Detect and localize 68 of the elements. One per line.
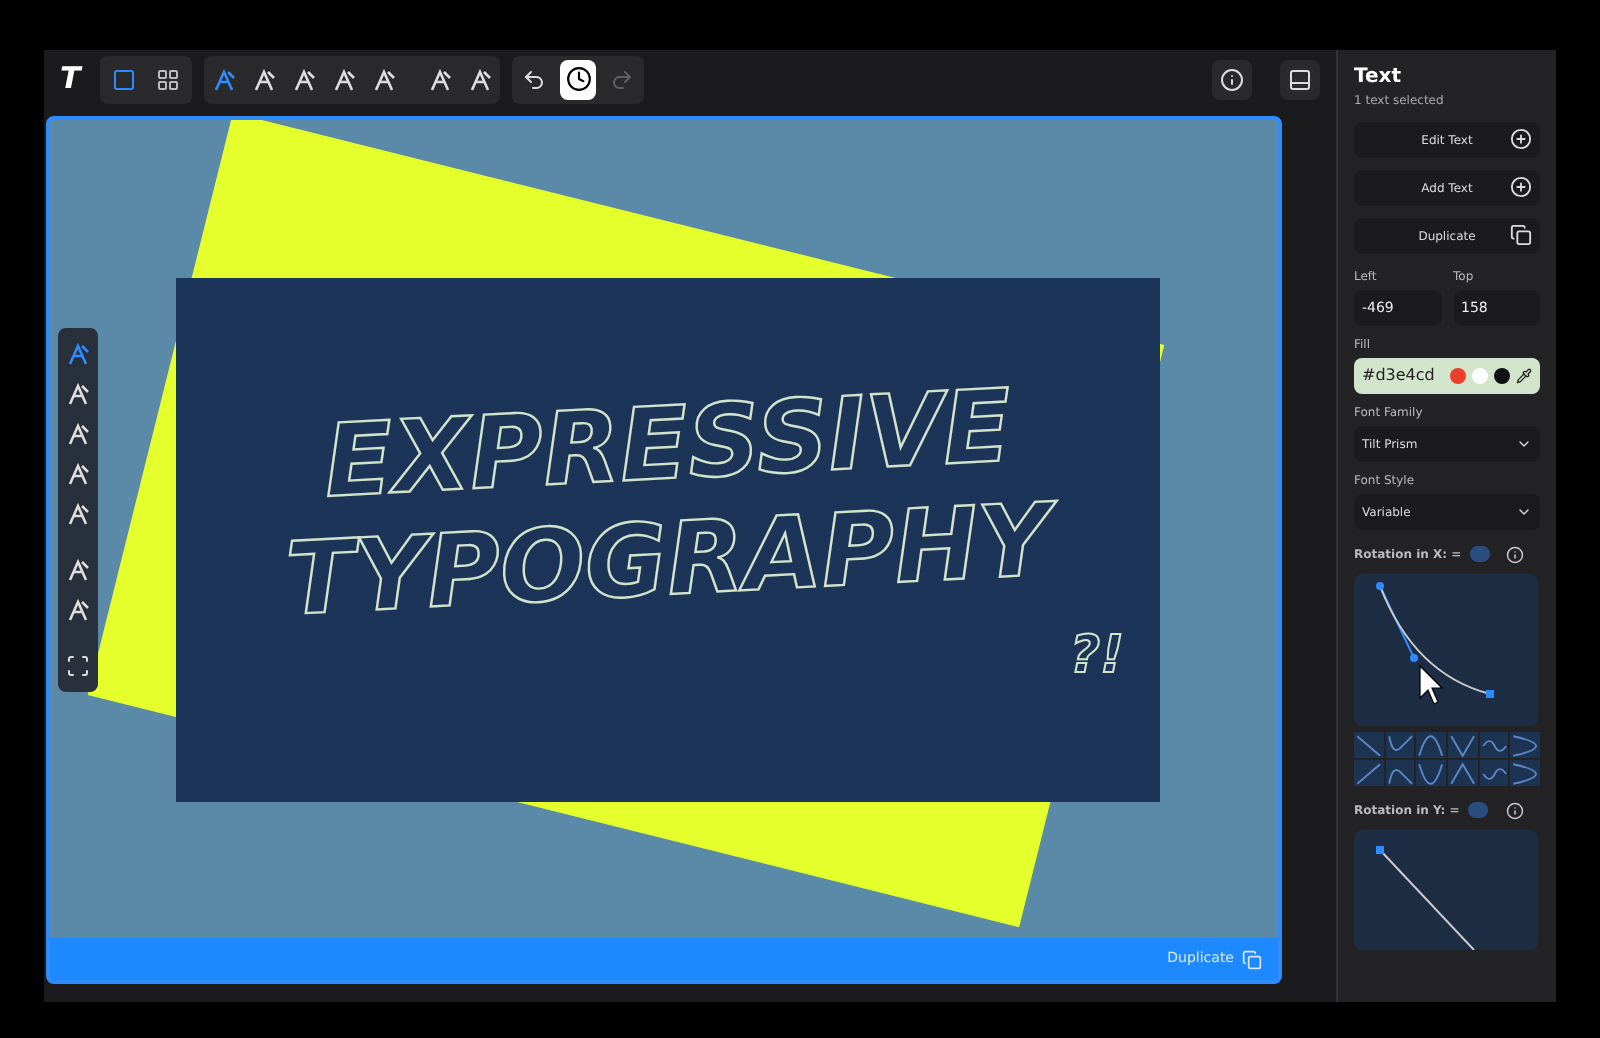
easing-preset-button[interactable]: [1354, 760, 1384, 786]
tilt-glyph-icon: [428, 67, 452, 91]
palette-tool-button[interactable]: [64, 652, 92, 680]
easing-preset-button[interactable]: [1385, 760, 1415, 786]
easing-curve-icon: [1416, 729, 1446, 761]
panel-layout-icon: [1288, 67, 1312, 91]
curve-editor-drawing[interactable]: [1354, 574, 1538, 726]
tilt-glyph-icon: [372, 67, 396, 91]
chevron-down-icon: [1516, 504, 1532, 520]
easing-curve-icon: [1510, 757, 1540, 789]
easing-preset-button[interactable]: [1448, 732, 1478, 758]
info-icon[interactable]: [1506, 801, 1524, 819]
tilt-glyph-icon: [468, 67, 492, 91]
palette-tool-button[interactable]: [64, 500, 92, 528]
eyedropper-icon[interactable]: [1516, 368, 1532, 384]
plus-icon: [1510, 176, 1532, 198]
fill-field[interactable]: #d3e4cd: [1354, 358, 1540, 394]
tilt-glyph-icon: [66, 598, 90, 622]
color-swatch[interactable]: [1494, 368, 1510, 384]
palette-tool-button[interactable]: [64, 340, 92, 368]
palette-tool-button[interactable]: [64, 380, 92, 408]
color-swatch[interactable]: [1450, 368, 1466, 384]
tilt-glyph-icon: [252, 67, 276, 91]
palette-tool-button[interactable]: [64, 556, 92, 584]
tilt-glyph-icon: [292, 67, 316, 91]
easing-curve-icon: [1510, 729, 1540, 761]
tilt-glyph-icon: [66, 382, 90, 406]
easing-preset-button[interactable]: [1510, 732, 1540, 758]
easing-preset-button[interactable]: [1416, 732, 1446, 758]
palette-tool-button[interactable]: [64, 596, 92, 624]
layout-button[interactable]: [1280, 59, 1320, 99]
redo-icon: [610, 67, 634, 91]
easing-preset-button[interactable]: [1448, 760, 1478, 786]
info-icon[interactable]: [1506, 545, 1524, 563]
fill-value: #d3e4cd: [1362, 364, 1435, 388]
tilt-glyph-icon: [66, 462, 90, 486]
easing-curve-icon: [1448, 757, 1478, 789]
tilt-glyph-icon: [332, 67, 356, 91]
plus-icon: [1510, 128, 1532, 150]
grid-icon: [156, 67, 180, 91]
easing-preset-button[interactable]: [1354, 732, 1384, 758]
wave-toggle-icon[interactable]: [1469, 546, 1490, 562]
easing-preset-button[interactable]: [1479, 760, 1509, 786]
easing-preset-button[interactable]: [1385, 732, 1415, 758]
easing-preset-button[interactable]: [1416, 760, 1446, 786]
tilt-glyph-icon: [66, 342, 90, 366]
color-swatch[interactable]: [1472, 368, 1488, 384]
tilt-glyph-icon: [66, 502, 90, 526]
clock-button[interactable]: [560, 59, 596, 99]
undo-icon: [522, 67, 546, 91]
canvas-punctuation: ?!: [1070, 623, 1124, 689]
info-icon: [1220, 67, 1244, 91]
tilt-glyph-icon: [212, 67, 236, 91]
copy-icon: [1242, 949, 1262, 969]
clock-icon: [565, 66, 591, 92]
easing-preset-button[interactable]: [1479, 732, 1509, 758]
info-button[interactable]: [1212, 59, 1252, 99]
app-logo: T: [60, 58, 85, 101]
chevron-down-icon: [1516, 436, 1532, 452]
palette-tool-button[interactable]: [64, 460, 92, 488]
tilt-glyph-icon: [66, 422, 90, 446]
tilt-glyph-icon: [66, 558, 90, 582]
easing-preset-button[interactable]: [1510, 760, 1540, 786]
copy-icon: [1510, 224, 1532, 246]
palette-tool-button[interactable]: [64, 420, 92, 448]
wave-toggle-icon[interactable]: [1467, 802, 1488, 818]
panel-title: Text: [1354, 64, 1404, 92]
square-icon: [112, 67, 136, 91]
